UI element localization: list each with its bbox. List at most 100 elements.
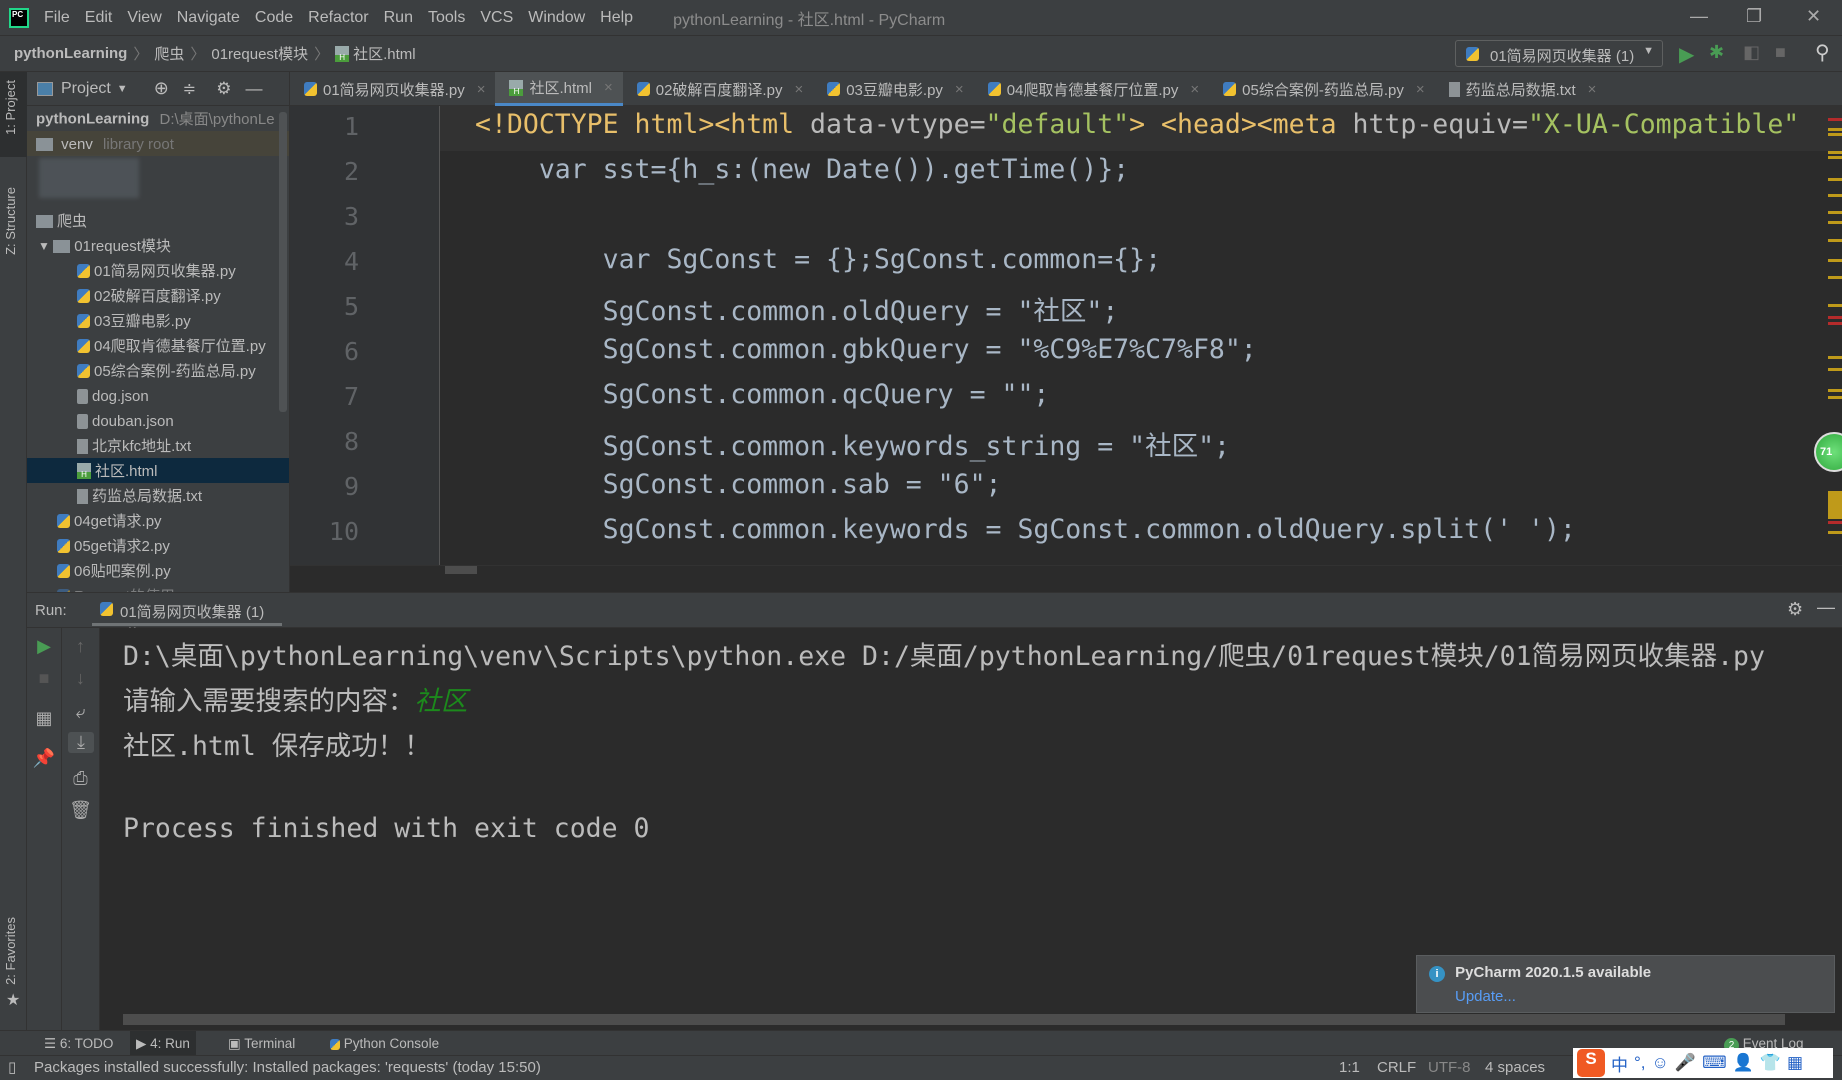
hide-panel-icon[interactable]: — <box>245 79 262 99</box>
soft-wrap-icon[interactable]: ⤶ <box>62 702 99 723</box>
hide-panel-icon[interactable]: — <box>1817 597 1835 618</box>
error-stripe[interactable] <box>1826 106 1842 565</box>
minimize-button[interactable]: — <box>1690 6 1708 27</box>
run-configuration-select[interactable]: 01简易网页收集器 (1) ▼ <box>1455 40 1663 67</box>
coverage-icon[interactable]: ◧ <box>1743 42 1760 63</box>
console-hscrollbar[interactable] <box>123 1014 1785 1025</box>
toolbox-icon[interactable]: ▦ <box>1787 1053 1803 1073</box>
skin-icon[interactable]: 👕 <box>1760 1053 1781 1073</box>
menu-run[interactable]: Run <box>384 9 413 27</box>
scroll-to-end-icon[interactable]: ⤓ <box>68 732 94 753</box>
update-link[interactable]: Update... <box>1455 988 1822 1005</box>
stripe-mark[interactable] <box>1828 133 1842 136</box>
close-tab-icon[interactable]: × <box>794 81 803 98</box>
close-tab-icon[interactable]: × <box>1588 81 1597 98</box>
stripe-mark[interactable] <box>1828 151 1842 154</box>
tree-item[interactable]: 01简易网页收集器.py <box>27 258 289 283</box>
layout-icon[interactable]: ▦ <box>27 708 61 729</box>
tree-item[interactable]: 04爬取肯德基餐厅位置.py <box>27 333 289 358</box>
tree-item[interactable]: 04get请求.py <box>27 508 289 533</box>
tree-venv[interactable]: venv library root <box>27 131 289 156</box>
tree-item[interactable]: 北京kfc地址.txt <box>27 433 289 458</box>
editor-tab[interactable]: 02破解百度翻译.py × <box>623 72 813 106</box>
structure-tool-tab[interactable]: Z: Structure <box>3 187 18 255</box>
line-separator[interactable]: CRLF <box>1377 1056 1416 1080</box>
gear-icon[interactable]: ⚙ <box>216 79 231 99</box>
search-icon[interactable]: ⚲ <box>1815 40 1830 65</box>
keyboard-icon[interactable]: ⌨ <box>1702 1053 1727 1073</box>
breadcrumb-subfolder[interactable]: 01request模块 <box>211 43 308 64</box>
favorites-tool-tab[interactable]: 2: Favorites <box>3 917 18 985</box>
stripe-mark[interactable] <box>1828 322 1842 325</box>
locate-icon[interactable]: ⊕ <box>154 78 169 99</box>
stripe-mark[interactable] <box>1828 239 1842 242</box>
run-icon[interactable]: ▶ <box>1679 42 1694 67</box>
pin-icon[interactable]: 📌 <box>27 748 61 769</box>
project-view-select[interactable]: Project <box>61 80 111 98</box>
editor-tab[interactable]: 04爬取肯德基餐厅位置.py × <box>974 72 1209 106</box>
editor-tab[interactable]: H 社区.html × <box>495 72 623 106</box>
stripe-mark[interactable] <box>1828 259 1842 262</box>
menu-code[interactable]: Code <box>255 9 293 27</box>
menu-file[interactable]: File <box>44 9 70 27</box>
collapse-all-icon[interactable]: ≑ <box>183 79 196 99</box>
stripe-mark[interactable] <box>1828 304 1842 307</box>
stripe-mark[interactable] <box>1828 194 1842 197</box>
stripe-mark[interactable] <box>1828 156 1842 159</box>
editor-tab[interactable]: 药监总局数据.txt × <box>1435 72 1607 106</box>
tree-item[interactable]: ▼ 01request模块 <box>27 233 289 258</box>
rerun-icon[interactable]: ▶ <box>27 636 61 657</box>
stop-icon[interactable]: ■ <box>27 668 61 689</box>
arrow-up-icon[interactable]: ↑ <box>62 636 99 657</box>
stripe-mark[interactable] <box>1828 211 1842 214</box>
ime-mode[interactable]: 中 <box>1611 1051 1628 1076</box>
stripe-mark[interactable] <box>1828 128 1842 131</box>
tree-item[interactable]: douban.json <box>27 408 289 433</box>
menu-help[interactable]: Help <box>600 9 633 27</box>
arrow-down-icon[interactable]: ↓ <box>62 668 99 689</box>
caret-position[interactable]: 1:1 <box>1339 1056 1360 1080</box>
close-tab-icon[interactable]: × <box>477 81 486 98</box>
gear-icon[interactable]: ⚙ <box>1787 599 1803 620</box>
stripe-mark[interactable] <box>1828 491 1842 519</box>
tree-item[interactable]: 03豆瓣电影.py <box>27 308 289 333</box>
close-tab-icon[interactable]: × <box>1416 81 1425 98</box>
stripe-mark[interactable] <box>1828 118 1842 121</box>
stripe-mark[interactable] <box>1828 389 1842 392</box>
expand-arrow-icon[interactable]: ▼ <box>38 239 53 253</box>
code-editor[interactable]: 1 2 3 4 5 6 7 8 9 10 <!DOCTYPE html><html data-vt… <box>290 106 1842 565</box>
stripe-mark[interactable] <box>1828 221 1842 224</box>
project-scrollbar[interactable] <box>279 112 287 412</box>
chevron-down-icon[interactable]: ▼ <box>117 83 128 95</box>
stripe-mark[interactable] <box>1828 531 1842 534</box>
stripe-mark[interactable] <box>1828 356 1842 359</box>
mic-icon[interactable]: 🎤 <box>1675 1053 1696 1073</box>
tree-root[interactable]: pythonLearning D:\桌面\pythonLe <box>27 106 289 131</box>
debug-icon[interactable]: ✱ <box>1709 42 1724 63</box>
menu-window[interactable]: Window <box>528 9 585 27</box>
editor-hscrollbar[interactable] <box>445 566 477 574</box>
stripe-mark[interactable] <box>1828 276 1842 279</box>
menu-vcs[interactable]: VCS <box>480 9 513 27</box>
breadcrumb-folder[interactable]: 爬虫 <box>154 43 184 64</box>
stripe-mark[interactable] <box>1828 178 1842 181</box>
stripe-mark[interactable] <box>1828 396 1842 399</box>
breadcrumb-project[interactable]: pythonLearning <box>14 45 127 62</box>
stripe-mark[interactable] <box>1828 368 1842 371</box>
tree-item[interactable]: H 社区.html <box>27 458 289 483</box>
menu-navigate[interactable]: Navigate <box>177 9 240 27</box>
status-message[interactable]: Packages installed successfully: Install… <box>34 1056 541 1080</box>
python-console-tab[interactable]: Python Console <box>324 1031 445 1056</box>
emoji-icon[interactable]: ☺ <box>1652 1053 1669 1073</box>
trash-icon[interactable]: 🗑 <box>62 800 99 821</box>
tree-item[interactable]: 05综合案例-药监总局.py <box>27 358 289 383</box>
panel-toggle-icon[interactable]: ▯ <box>8 1056 16 1080</box>
run-tab[interactable]: 01简易网页收集器 (1) × <box>92 593 282 639</box>
tree-item[interactable]: 药监总局数据.txt <box>27 483 289 508</box>
user-icon[interactable]: 👤 <box>1733 1053 1754 1073</box>
tree-item[interactable]: 05get请求2.py <box>27 533 289 558</box>
stop-icon[interactable]: ■ <box>1775 42 1786 63</box>
editor-tab[interactable]: 03豆瓣电影.py × <box>813 72 973 106</box>
tree-item[interactable]: 爬虫 <box>27 208 289 233</box>
file-encoding[interactable]: UTF-8 <box>1428 1056 1471 1080</box>
